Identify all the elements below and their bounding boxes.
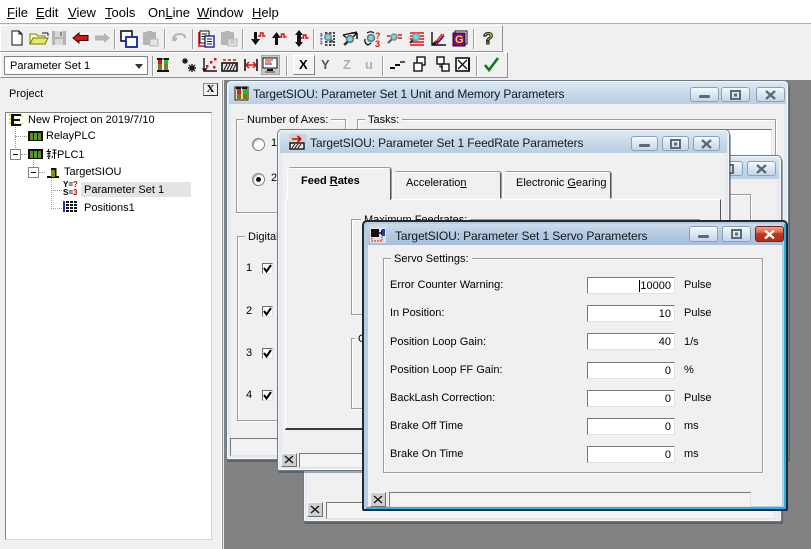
svg-text:3: 3 — [73, 188, 78, 196]
svg-text:?: ? — [483, 29, 493, 48]
svg-text:3: 3 — [375, 39, 380, 47]
svg-text:G: G — [455, 34, 464, 46]
svg-text:S=: S= — [63, 188, 73, 196]
